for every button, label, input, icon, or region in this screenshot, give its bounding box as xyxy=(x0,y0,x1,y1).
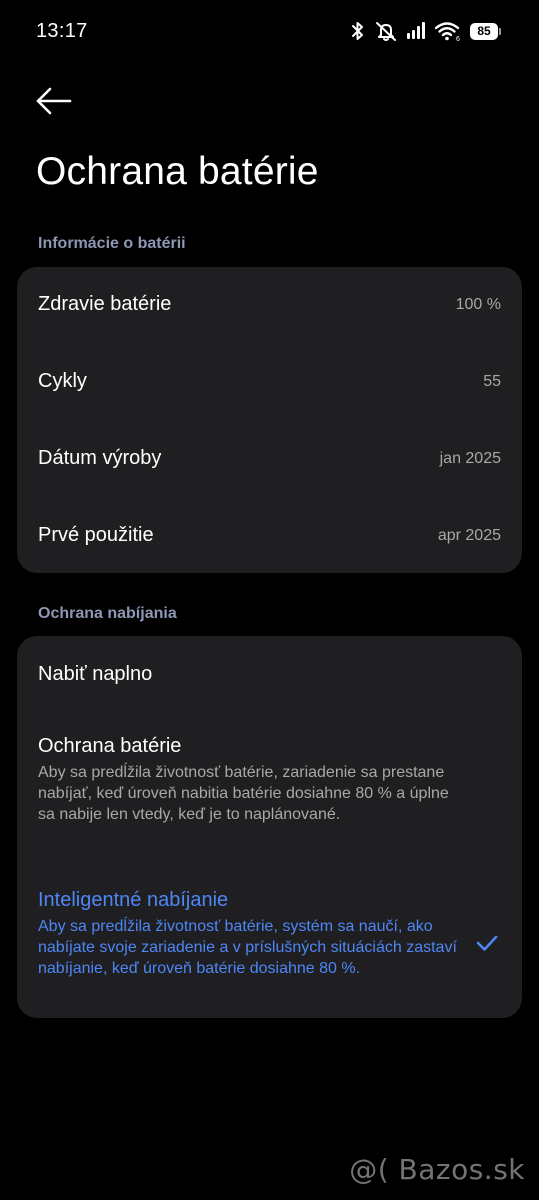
battery-tip xyxy=(499,27,501,35)
check-icon xyxy=(476,935,498,951)
info-label: Dátum výroby xyxy=(38,447,162,469)
section-header-battery-info: Informácie o batérii xyxy=(38,235,186,252)
status-bar: 13:17 6 85 xyxy=(0,0,539,64)
option-smart-charging[interactable]: Inteligentné nabíjanie Aby sa predĺžila … xyxy=(17,861,522,1018)
bluetooth-icon xyxy=(352,22,363,40)
info-row-first-use[interactable]: Prvé použitie apr 2025 xyxy=(17,510,522,564)
option-title: Ochrana batérie xyxy=(38,735,182,757)
info-value: apr 2025 xyxy=(437,527,501,544)
battery-info-card: Zdravie batérie 100 % Cykly 55 Dátum výr… xyxy=(17,267,522,573)
option-battery-protection[interactable]: Ochrana batérie Aby sa predĺžila životno… xyxy=(17,716,522,861)
wifi-icon: 6 xyxy=(435,22,460,41)
info-label: Zdravie batérie xyxy=(38,293,172,315)
svg-text:6: 6 xyxy=(456,36,460,41)
info-value: jan 2025 xyxy=(439,450,501,467)
battery-icon: 85 xyxy=(470,22,501,40)
section-header-charging-protection: Ochrana nabíjania xyxy=(38,605,177,622)
option-full-charge[interactable]: Nabiť naplno xyxy=(17,636,522,716)
info-label: Prvé použitie xyxy=(38,524,154,546)
option-title: Inteligentné nabíjanie xyxy=(38,889,229,911)
info-value: 100 % xyxy=(455,296,501,313)
battery-level: 85 xyxy=(470,22,498,40)
info-row-manufacture-date[interactable]: Dátum výroby jan 2025 xyxy=(17,433,522,487)
charging-protection-card: Nabiť naplno Ochrana batérie Aby sa pred… xyxy=(17,636,522,1018)
status-icons: 6 85 xyxy=(350,19,501,43)
back-button[interactable] xyxy=(34,84,74,118)
status-time: 13:17 xyxy=(36,20,88,42)
option-title: Nabiť naplno xyxy=(38,663,153,685)
signal-icon xyxy=(407,22,425,39)
info-value: 55 xyxy=(483,373,501,390)
option-description: Aby sa predĺžila životnosť batérie, zari… xyxy=(38,764,449,823)
info-row-cycles[interactable]: Cykly 55 xyxy=(17,356,522,410)
info-label: Cykly xyxy=(38,370,87,392)
watermark-logo: @( Bazos.sk xyxy=(349,1153,525,1186)
option-description: Aby sa predĺžila životnosť batérie, syst… xyxy=(38,918,457,977)
page-title: Ochrana batérie xyxy=(36,150,319,193)
mute-icon xyxy=(376,22,396,41)
info-row-battery-health[interactable]: Zdravie batérie 100 % xyxy=(17,279,522,333)
back-arrow-icon xyxy=(36,87,72,115)
